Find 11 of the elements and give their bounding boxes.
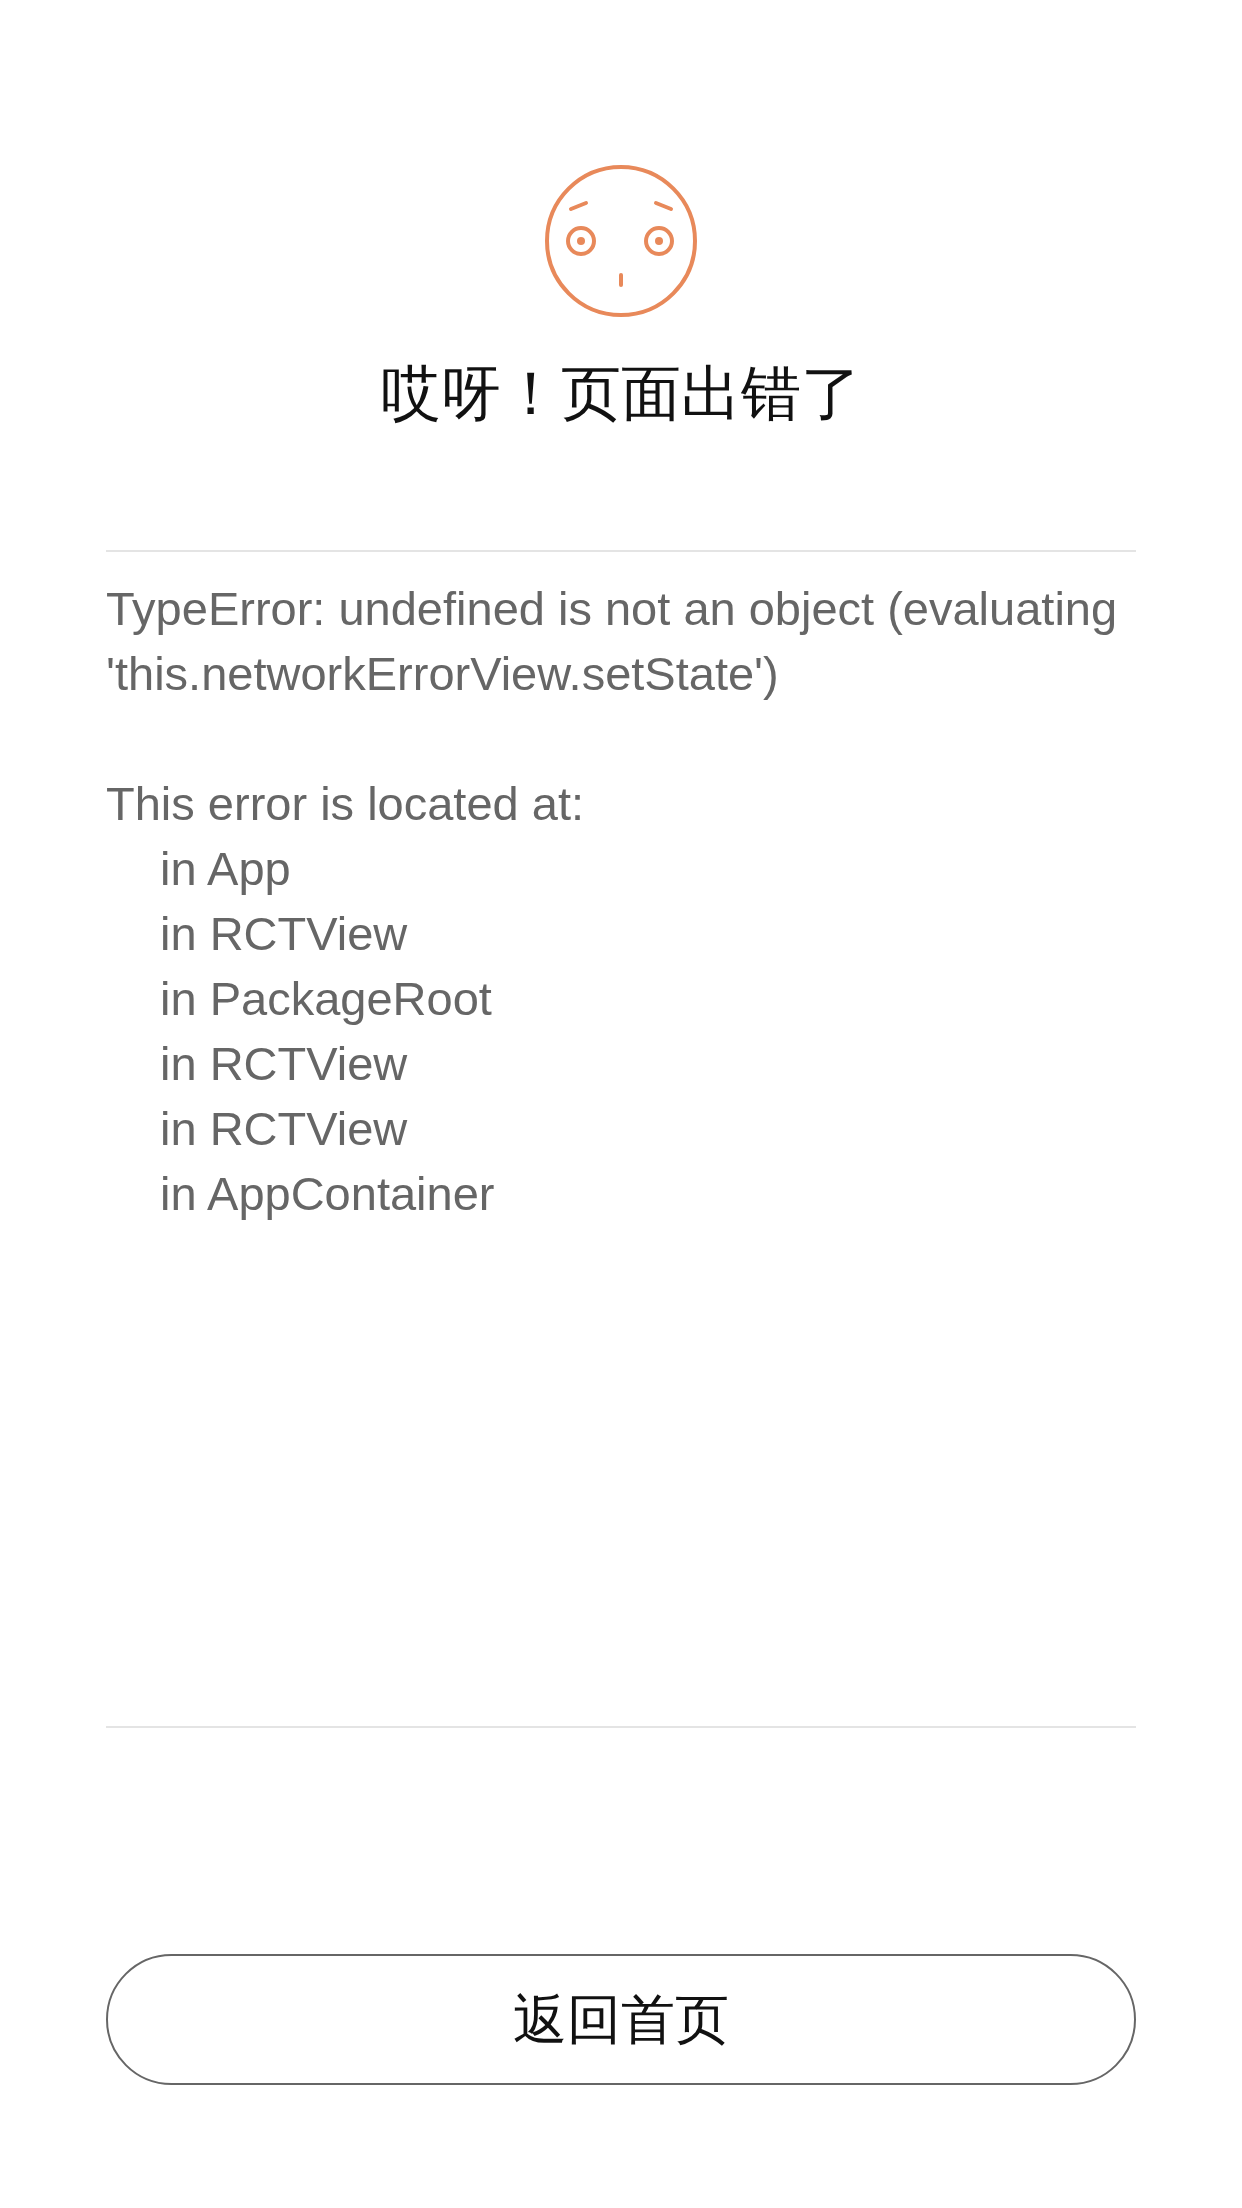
error-message: TypeError: undefined is not an object (evaluating 'this.networkErrorView.setState') — [106, 581, 1119, 702]
stack-frame: in AppContainer — [160, 1161, 495, 1226]
back-home-button[interactable]: 返回首页 — [106, 1954, 1136, 2085]
error-location-header: This error is located at: — [106, 776, 585, 832]
surprised-face-icon — [544, 164, 698, 318]
error-title: 哎呀！页面出错了 — [381, 359, 861, 429]
stack-frame: in RCTView — [160, 1031, 408, 1096]
stack-frame: in RCTView — [160, 1096, 408, 1161]
stack-frame: in PackageRoot — [160, 966, 492, 1031]
stack-frame: in App — [160, 836, 291, 901]
stack-frame: in RCTView — [160, 901, 408, 966]
